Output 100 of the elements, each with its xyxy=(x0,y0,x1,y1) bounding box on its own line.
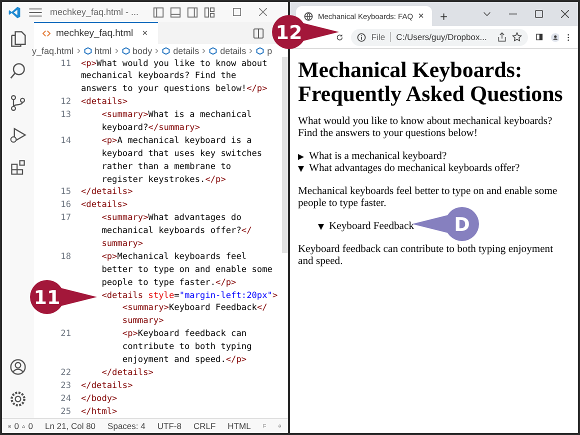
line-ending-status[interactable]: CRLF xyxy=(193,421,216,431)
chevron-icon xyxy=(249,48,254,54)
step-callout: 11 xyxy=(29,279,99,315)
code-line: <p>Mechanical keyboards feel xyxy=(100,252,247,262)
answer-paragraph: Mechanical keyboards feel better to type on and enable some people to type faster. xyxy=(298,186,558,210)
element-icon xyxy=(84,46,92,55)
new-tab-button[interactable]: + xyxy=(434,6,454,26)
sidebar-toggle-icon[interactable] xyxy=(152,6,164,18)
line-number: 13 xyxy=(60,110,71,120)
tab-search-icon[interactable] xyxy=(483,10,491,18)
encoding-status[interactable]: UTF-8 xyxy=(157,421,182,431)
chevron-icon xyxy=(202,48,206,54)
reload-icon[interactable] xyxy=(336,32,344,42)
profile-icon[interactable] xyxy=(550,30,560,44)
code-line: <summary>What advantages do xyxy=(100,213,242,224)
maximize-icon[interactable] xyxy=(535,10,543,18)
disclosure-summary[interactable]: Keyboard Feedback xyxy=(318,221,414,233)
more-options-icon[interactable] xyxy=(567,32,570,42)
language-status[interactable]: HTML xyxy=(228,421,251,431)
panel-toggle-icon[interactable] xyxy=(170,6,181,18)
layout-icon[interactable] xyxy=(204,6,215,18)
code-line: </html> xyxy=(81,406,118,417)
account-icon[interactable] xyxy=(9,358,27,376)
code-line: <p>A mechanical keyboard is a xyxy=(100,136,252,146)
branch-icon[interactable] xyxy=(9,94,27,112)
code-line: </details> xyxy=(100,368,154,378)
cursor-position[interactable]: Ln 21, Col 80 xyxy=(44,421,96,431)
run-debug-icon[interactable] xyxy=(9,126,27,144)
code-line: register keystrokes.</p> xyxy=(100,174,226,185)
breadcrumb-item[interactable]: body xyxy=(132,46,152,56)
settings-icon[interactable] xyxy=(9,390,27,408)
split-editor-icon[interactable] xyxy=(253,28,264,39)
code-line: <p>What would you like to know about xyxy=(81,58,268,68)
info-icon[interactable] xyxy=(357,32,366,42)
breadcrumb-item[interactable]: details xyxy=(220,46,246,56)
code-line: </details> xyxy=(81,187,133,198)
line-number: 15 xyxy=(60,187,71,198)
line-number: 23 xyxy=(60,380,71,391)
chevron-icon xyxy=(155,48,160,54)
warning-count[interactable]: 0 xyxy=(28,421,33,431)
code-line: better to type on and enable some xyxy=(100,264,272,275)
address-bar[interactable]: File C:/Users/guy/Dropbox... xyxy=(351,28,528,46)
code-line: people to type faster.</p> xyxy=(100,278,236,288)
extensions-icon[interactable] xyxy=(9,158,27,176)
line-number: 12 xyxy=(60,97,71,108)
code-line: <summary>Keyboard Feedback</ xyxy=(121,303,268,314)
breadcrumb-item[interactable]: details xyxy=(173,46,200,56)
code-line: <details style="margin-left:20px"> xyxy=(100,290,278,301)
breadcrumb-item[interactable]: y_faq.html xyxy=(32,46,74,56)
line-number: 22 xyxy=(60,368,71,378)
code-line: </body> xyxy=(81,394,118,404)
disclosure-summary[interactable]: What is a mechanical keyboard? xyxy=(298,151,447,163)
scheme-label: File xyxy=(371,32,392,42)
breadcrumb-item[interactable]: p xyxy=(267,46,272,56)
share-icon[interactable] xyxy=(496,32,507,42)
code-line: summary> xyxy=(121,316,164,326)
line-number: 24 xyxy=(60,394,71,404)
code-line: <details> xyxy=(81,200,128,210)
element-icon xyxy=(122,46,130,55)
element-icon xyxy=(256,46,264,55)
code-line: <p>Keyboard feedback can xyxy=(121,329,247,340)
line-number: 25 xyxy=(60,406,71,417)
code-line: answers to your questions below!</p> xyxy=(81,84,268,94)
disclosure-summary[interactable]: What advantages do mechanical keyboards offer? xyxy=(298,163,520,175)
secondary-sidebar-icon[interactable] xyxy=(186,6,198,18)
star-icon[interactable] xyxy=(512,32,522,42)
breadcrumb-item[interactable]: html xyxy=(94,46,112,56)
code-line: <details> xyxy=(81,97,128,108)
line-number: 16 xyxy=(60,200,71,210)
menu-icon[interactable] xyxy=(29,8,42,16)
code-line: mechanical keyboards? Find the xyxy=(81,71,236,82)
answer-paragraph: Keyboard feedback can contribute to both typing enjoyment and speed. xyxy=(298,244,554,268)
line-number: 18 xyxy=(60,252,71,262)
close-icon[interactable] xyxy=(561,10,569,18)
element-icon xyxy=(162,46,170,55)
files-icon[interactable] xyxy=(9,30,27,48)
line-number: 21 xyxy=(60,329,71,340)
line-number: 11 xyxy=(60,58,71,68)
code-line: enjoyment and speed.</p> xyxy=(121,354,247,365)
code-file-icon xyxy=(42,30,51,38)
code-line: keyboard that uses key switches xyxy=(100,148,262,159)
code-line: rather than a membrane to xyxy=(100,162,232,172)
maximize-icon[interactable] xyxy=(232,8,241,16)
scrollbar[interactable] xyxy=(282,57,288,254)
window-title: mechkey_faq.html - ... xyxy=(50,7,139,17)
error-count[interactable]: 0 xyxy=(14,421,19,431)
indentation-status[interactable]: Spaces: 4 xyxy=(108,421,146,431)
chevron-icon xyxy=(76,48,81,54)
code-line: summary> xyxy=(100,238,144,249)
page-heading: Mechanical Keyboards: Frequently Asked Questions xyxy=(298,58,564,106)
code-line: contribute to both typing xyxy=(121,342,252,352)
side-panel-icon[interactable] xyxy=(536,32,543,42)
globe-icon xyxy=(304,12,313,20)
code-line: mechanical keyboards offer?</ xyxy=(100,226,252,236)
code-line: keyboard?</summary> xyxy=(100,122,200,133)
close-icon[interactable] xyxy=(258,8,267,16)
vscode-logo-icon xyxy=(8,6,21,18)
url-text: C:/Users/guy/Dropbox... xyxy=(396,32,487,42)
search-icon[interactable] xyxy=(9,62,27,80)
editor-tab[interactable]: mechkey_faq.html × xyxy=(34,22,158,44)
